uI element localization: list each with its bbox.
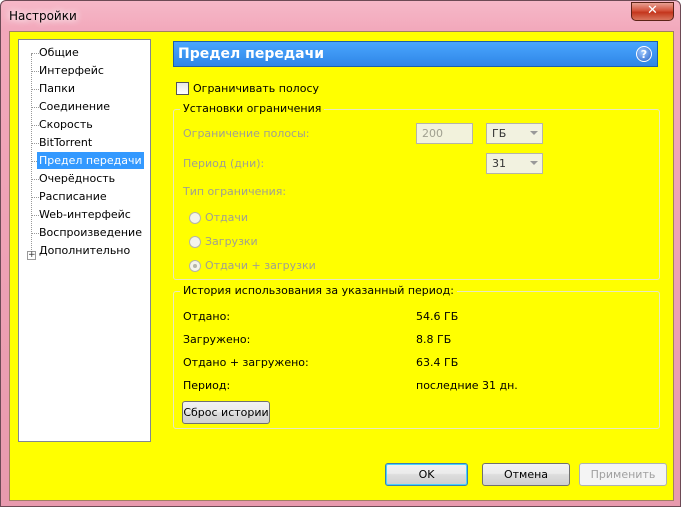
period-label: Период:: [183, 379, 231, 392]
title-bar[interactable]: Настройки ✕: [1, 1, 680, 31]
total-label: Отдано + загружено:: [183, 356, 309, 369]
limit-bandwidth-checkbox[interactable]: [176, 82, 189, 95]
limit-type-both-radio[interactable]: [189, 260, 201, 272]
tree-item-folders[interactable]: Папки: [37, 80, 77, 97]
settings-tree[interactable]: Общие Интерфейс Папки Соединение Скорост…: [18, 39, 151, 442]
cancel-button[interactable]: Отмена: [482, 463, 570, 486]
tree-item-connection[interactable]: Соединение: [37, 98, 112, 115]
uploaded-value: 54.6 ГБ: [416, 310, 459, 323]
limit-settings-group: Установки ограничения Ограничение полосы…: [173, 102, 660, 280]
limit-type-label: Тип ограничения:: [183, 185, 287, 198]
period-days-value: 31: [492, 157, 506, 170]
page-title: Предел передачи: [178, 46, 325, 62]
close-icon: ✕: [647, 3, 658, 18]
period-days-select[interactable]: 31: [486, 153, 543, 174]
bandwidth-unit-value: ГБ: [492, 127, 507, 140]
tree-item-playback[interactable]: Воспроизведение: [37, 224, 144, 241]
period-value: последние 31 дн.: [416, 379, 518, 392]
help-icon[interactable]: ?: [636, 46, 652, 62]
limit-bandwidth-label[interactable]: Ограничивать полосу: [193, 82, 319, 95]
dialog-client-area: Общие Интерфейс Папки Соединение Скорост…: [9, 31, 674, 501]
reset-history-button[interactable]: Сброс истории: [182, 401, 270, 424]
bandwidth-limit-label: Ограничение полосы:: [183, 127, 310, 140]
usage-history-title: История использования за указанный перио…: [180, 284, 457, 297]
close-button[interactable]: ✕: [631, 2, 674, 21]
tree-item-transfer-cap[interactable]: Предел передачи: [37, 152, 144, 169]
limit-type-download-label[interactable]: Загрузки: [205, 235, 258, 248]
expand-icon[interactable]: +: [27, 251, 36, 260]
chevron-down-icon: [530, 131, 538, 135]
tree-item-advanced[interactable]: Дополнительно: [37, 242, 132, 259]
page-header: Предел передачи ?: [173, 41, 658, 67]
apply-button[interactable]: Применить: [579, 463, 667, 486]
ok-button[interactable]: OK: [385, 463, 468, 486]
tree-item-general[interactable]: Общие: [37, 44, 81, 61]
chevron-down-icon: [530, 161, 538, 165]
total-value: 63.4 ГБ: [416, 356, 459, 369]
bandwidth-limit-input[interactable]: 200: [416, 123, 473, 144]
tree-item-speed[interactable]: Скорость: [37, 116, 95, 133]
limit-type-download-radio[interactable]: [189, 236, 201, 248]
limit-settings-title: Установки ограничения: [180, 102, 325, 115]
window-title: Настройки: [9, 9, 77, 23]
uploaded-label: Отдано:: [183, 310, 231, 323]
tree-item-scheduler[interactable]: Расписание: [37, 188, 109, 205]
tree-item-web-ui[interactable]: Web-интерфейс: [37, 206, 133, 223]
downloaded-value: 8.8 ГБ: [416, 333, 452, 346]
tree-item-bittorrent[interactable]: BitTorrent: [37, 134, 94, 151]
usage-history-group: История использования за указанный перио…: [173, 284, 660, 429]
settings-window: Настройки ✕ Общие Интерфейс Папки Соедин…: [0, 0, 681, 507]
limit-type-upload-label[interactable]: Отдачи: [205, 211, 248, 224]
tree-item-queueing[interactable]: Очерёдность: [37, 170, 117, 187]
period-days-label: Период (дни):: [183, 157, 265, 170]
limit-type-upload-radio[interactable]: [189, 212, 201, 224]
tree-connector: [31, 54, 32, 254]
downloaded-label: Загружено:: [183, 333, 251, 346]
tree-item-interface[interactable]: Интерфейс: [37, 62, 106, 79]
bandwidth-unit-select[interactable]: ГБ: [486, 123, 543, 144]
limit-type-both-label[interactable]: Отдачи + загрузки: [205, 259, 316, 272]
